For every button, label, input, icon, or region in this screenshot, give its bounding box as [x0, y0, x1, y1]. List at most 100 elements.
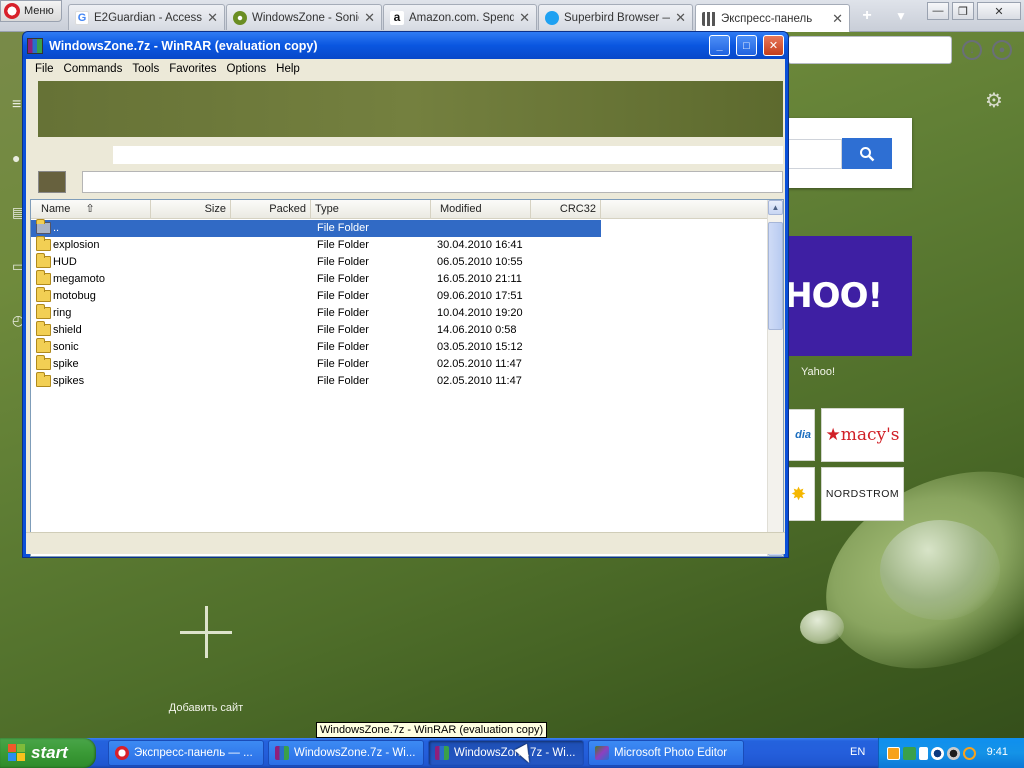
tray-disc-icon[interactable]	[947, 746, 960, 760]
scroll-up-icon[interactable]: ▲	[768, 200, 783, 215]
opera-menu-label: Меню	[24, 5, 54, 17]
menu-options[interactable]: Options	[222, 63, 272, 75]
file-name: shield	[53, 324, 82, 336]
speed-dial-nordstrom[interactable]: NORDSTROM	[821, 467, 904, 521]
file-modified: 06.05.2010 10:55	[437, 256, 523, 268]
file-type: File Folder	[317, 239, 369, 251]
file-modified: 03.05.2010 15:12	[437, 341, 523, 353]
tab-windowszone[interactable]: WindowsZone - Sonic ✕	[226, 4, 382, 30]
table-row[interactable]: explosion File Folder 30.04.2010 16:41	[31, 236, 769, 254]
column-crc32[interactable]: CRC32	[531, 200, 601, 219]
table-row[interactable]: spikes File Folder 02.05.2010 11:47	[31, 372, 769, 390]
file-type: File Folder	[317, 290, 369, 302]
table-row[interactable]: shield File Folder 14.06.2010 0:58	[31, 321, 769, 339]
winrar-title: WindowsZone.7z - WinRAR (evaluation copy…	[49, 38, 318, 53]
start-button[interactable]: start	[0, 738, 96, 768]
file-name: ring	[53, 307, 72, 319]
table-row[interactable]: motobug File Folder 09.06.2010 17:51	[31, 287, 769, 305]
winrar-title-bar[interactable]: WindowsZone.7z - WinRAR (evaluation copy…	[23, 32, 788, 59]
column-modified[interactable]: Modified	[431, 200, 531, 219]
taskbar-item-winrar-1[interactable]: WindowsZone.7z - Wi...	[268, 740, 424, 766]
close-icon[interactable]: ✕	[977, 2, 1021, 20]
folder-icon	[36, 304, 51, 319]
taskbar-item-photo-editor[interactable]: Microsoft Photo Editor	[588, 740, 744, 766]
maximize-icon[interactable]: □	[736, 35, 757, 56]
menu-tools[interactable]: Tools	[127, 63, 164, 75]
tray-app-icon[interactable]	[887, 746, 900, 760]
folder-icon	[36, 219, 51, 234]
media-logo: dia	[795, 429, 811, 441]
table-row[interactable]: ring File Folder 10.04.2010 19:20	[31, 304, 769, 322]
tab-express-panel[interactable]: Экспресс-панель ✕	[695, 4, 850, 32]
tab-superbird[interactable]: Superbird Browser — ✕	[538, 4, 693, 30]
opera-icon	[115, 746, 129, 760]
taskbar-item-label: Экспресс-панель — ...	[134, 747, 253, 759]
search-input[interactable]	[788, 139, 842, 169]
winrar-icon	[275, 746, 289, 760]
file-type: File Folder	[317, 375, 369, 387]
start-label: start	[31, 743, 68, 762]
table-row[interactable]: HUD File Folder 06.05.2010 10:55	[31, 253, 769, 271]
path-input[interactable]	[82, 171, 783, 193]
tab-menu-button[interactable]: ▼	[888, 4, 914, 28]
table-row[interactable]: sonic File Folder 03.05.2010 15:12	[31, 338, 769, 356]
speed-dial-walmart[interactable]: ✸	[788, 467, 815, 521]
search-button[interactable]	[842, 138, 892, 169]
folder-icon	[36, 355, 51, 370]
add-site-button[interactable]	[180, 606, 232, 658]
table-row[interactable]: .. File Folder	[31, 219, 601, 237]
tray-shield-icon[interactable]	[903, 746, 916, 760]
tab-title: Superbird Browser —	[564, 11, 671, 24]
taskbar-item-opera[interactable]: Экспресс-панель — ...	[108, 740, 264, 766]
tray-media-icon[interactable]	[931, 746, 944, 760]
background-water-drop	[880, 520, 1000, 620]
tray-search-icon[interactable]	[963, 746, 976, 760]
vertical-scrollbar[interactable]: ▲ ▼	[767, 200, 783, 556]
opera-menu-button[interactable]: Меню	[0, 0, 62, 22]
menu-commands[interactable]: Commands	[59, 63, 128, 75]
close-tab-icon[interactable]: ✕	[364, 10, 375, 26]
sidebar-messenger-icon[interactable]: ●	[12, 150, 20, 166]
column-name-label: Name	[41, 203, 71, 215]
file-list: Name ⇧ Size Packed Type Modified CRC32 .…	[30, 199, 784, 557]
minimize-icon[interactable]: _	[709, 35, 730, 56]
column-packed[interactable]: Packed	[231, 200, 311, 219]
folder-icon	[36, 321, 51, 336]
restore-icon[interactable]: ❐	[952, 2, 974, 20]
menu-file[interactable]: File	[30, 63, 59, 75]
speed-dial-yahoo[interactable]: AHOO!	[759, 236, 912, 356]
gear-icon[interactable]: ⚙	[985, 88, 1003, 113]
tab-e2guardian[interactable]: G E2Guardian - Access ✕	[68, 4, 225, 30]
tray-usb-icon[interactable]	[919, 746, 928, 760]
windowszone-icon	[233, 10, 247, 25]
speed-dial-media[interactable]: dia	[788, 409, 815, 461]
close-tab-icon[interactable]: ✕	[675, 10, 686, 26]
close-tab-icon[interactable]: ✕	[207, 10, 218, 26]
taskbar-item-winrar-2[interactable]: WindowsZone.7z - Wi...	[428, 740, 584, 766]
speed-dial-macys[interactable]: ★macy's	[821, 408, 904, 462]
menu-help[interactable]: Help	[271, 63, 305, 75]
winrar-body: File Commands Tools Favorites Options He…	[26, 59, 785, 557]
close-tab-icon[interactable]: ✕	[519, 10, 530, 26]
file-type: File Folder	[317, 307, 369, 319]
language-indicator[interactable]: EN	[850, 746, 865, 758]
column-name[interactable]: Name ⇧	[31, 200, 151, 219]
download-icon[interactable]: ↓	[962, 40, 982, 60]
tab-amazon[interactable]: a Amazon.com. Spend ✕	[383, 4, 537, 30]
close-icon[interactable]: ✕	[763, 35, 784, 56]
table-row[interactable]: megamoto File Folder 16.05.2010 21:11	[31, 270, 769, 288]
column-size[interactable]: Size	[151, 200, 231, 219]
up-folder-icon[interactable]	[38, 171, 66, 193]
sidebar-menu-icon[interactable]: ≡	[12, 96, 21, 114]
table-row[interactable]: spike File Folder 02.05.2010 11:47	[31, 355, 769, 373]
file-type: File Folder	[317, 341, 369, 353]
column-type[interactable]: Type	[311, 200, 431, 219]
menu-favorites[interactable]: Favorites	[164, 63, 221, 75]
opera-logo-icon	[4, 3, 20, 19]
account-icon[interactable]: ●	[992, 40, 1012, 60]
new-tab-button[interactable]: +	[854, 4, 880, 28]
address-bar[interactable]	[788, 36, 952, 64]
scroll-thumb[interactable]	[768, 222, 783, 330]
close-tab-icon[interactable]: ✕	[832, 11, 843, 27]
minimize-icon[interactable]: —	[927, 2, 949, 20]
